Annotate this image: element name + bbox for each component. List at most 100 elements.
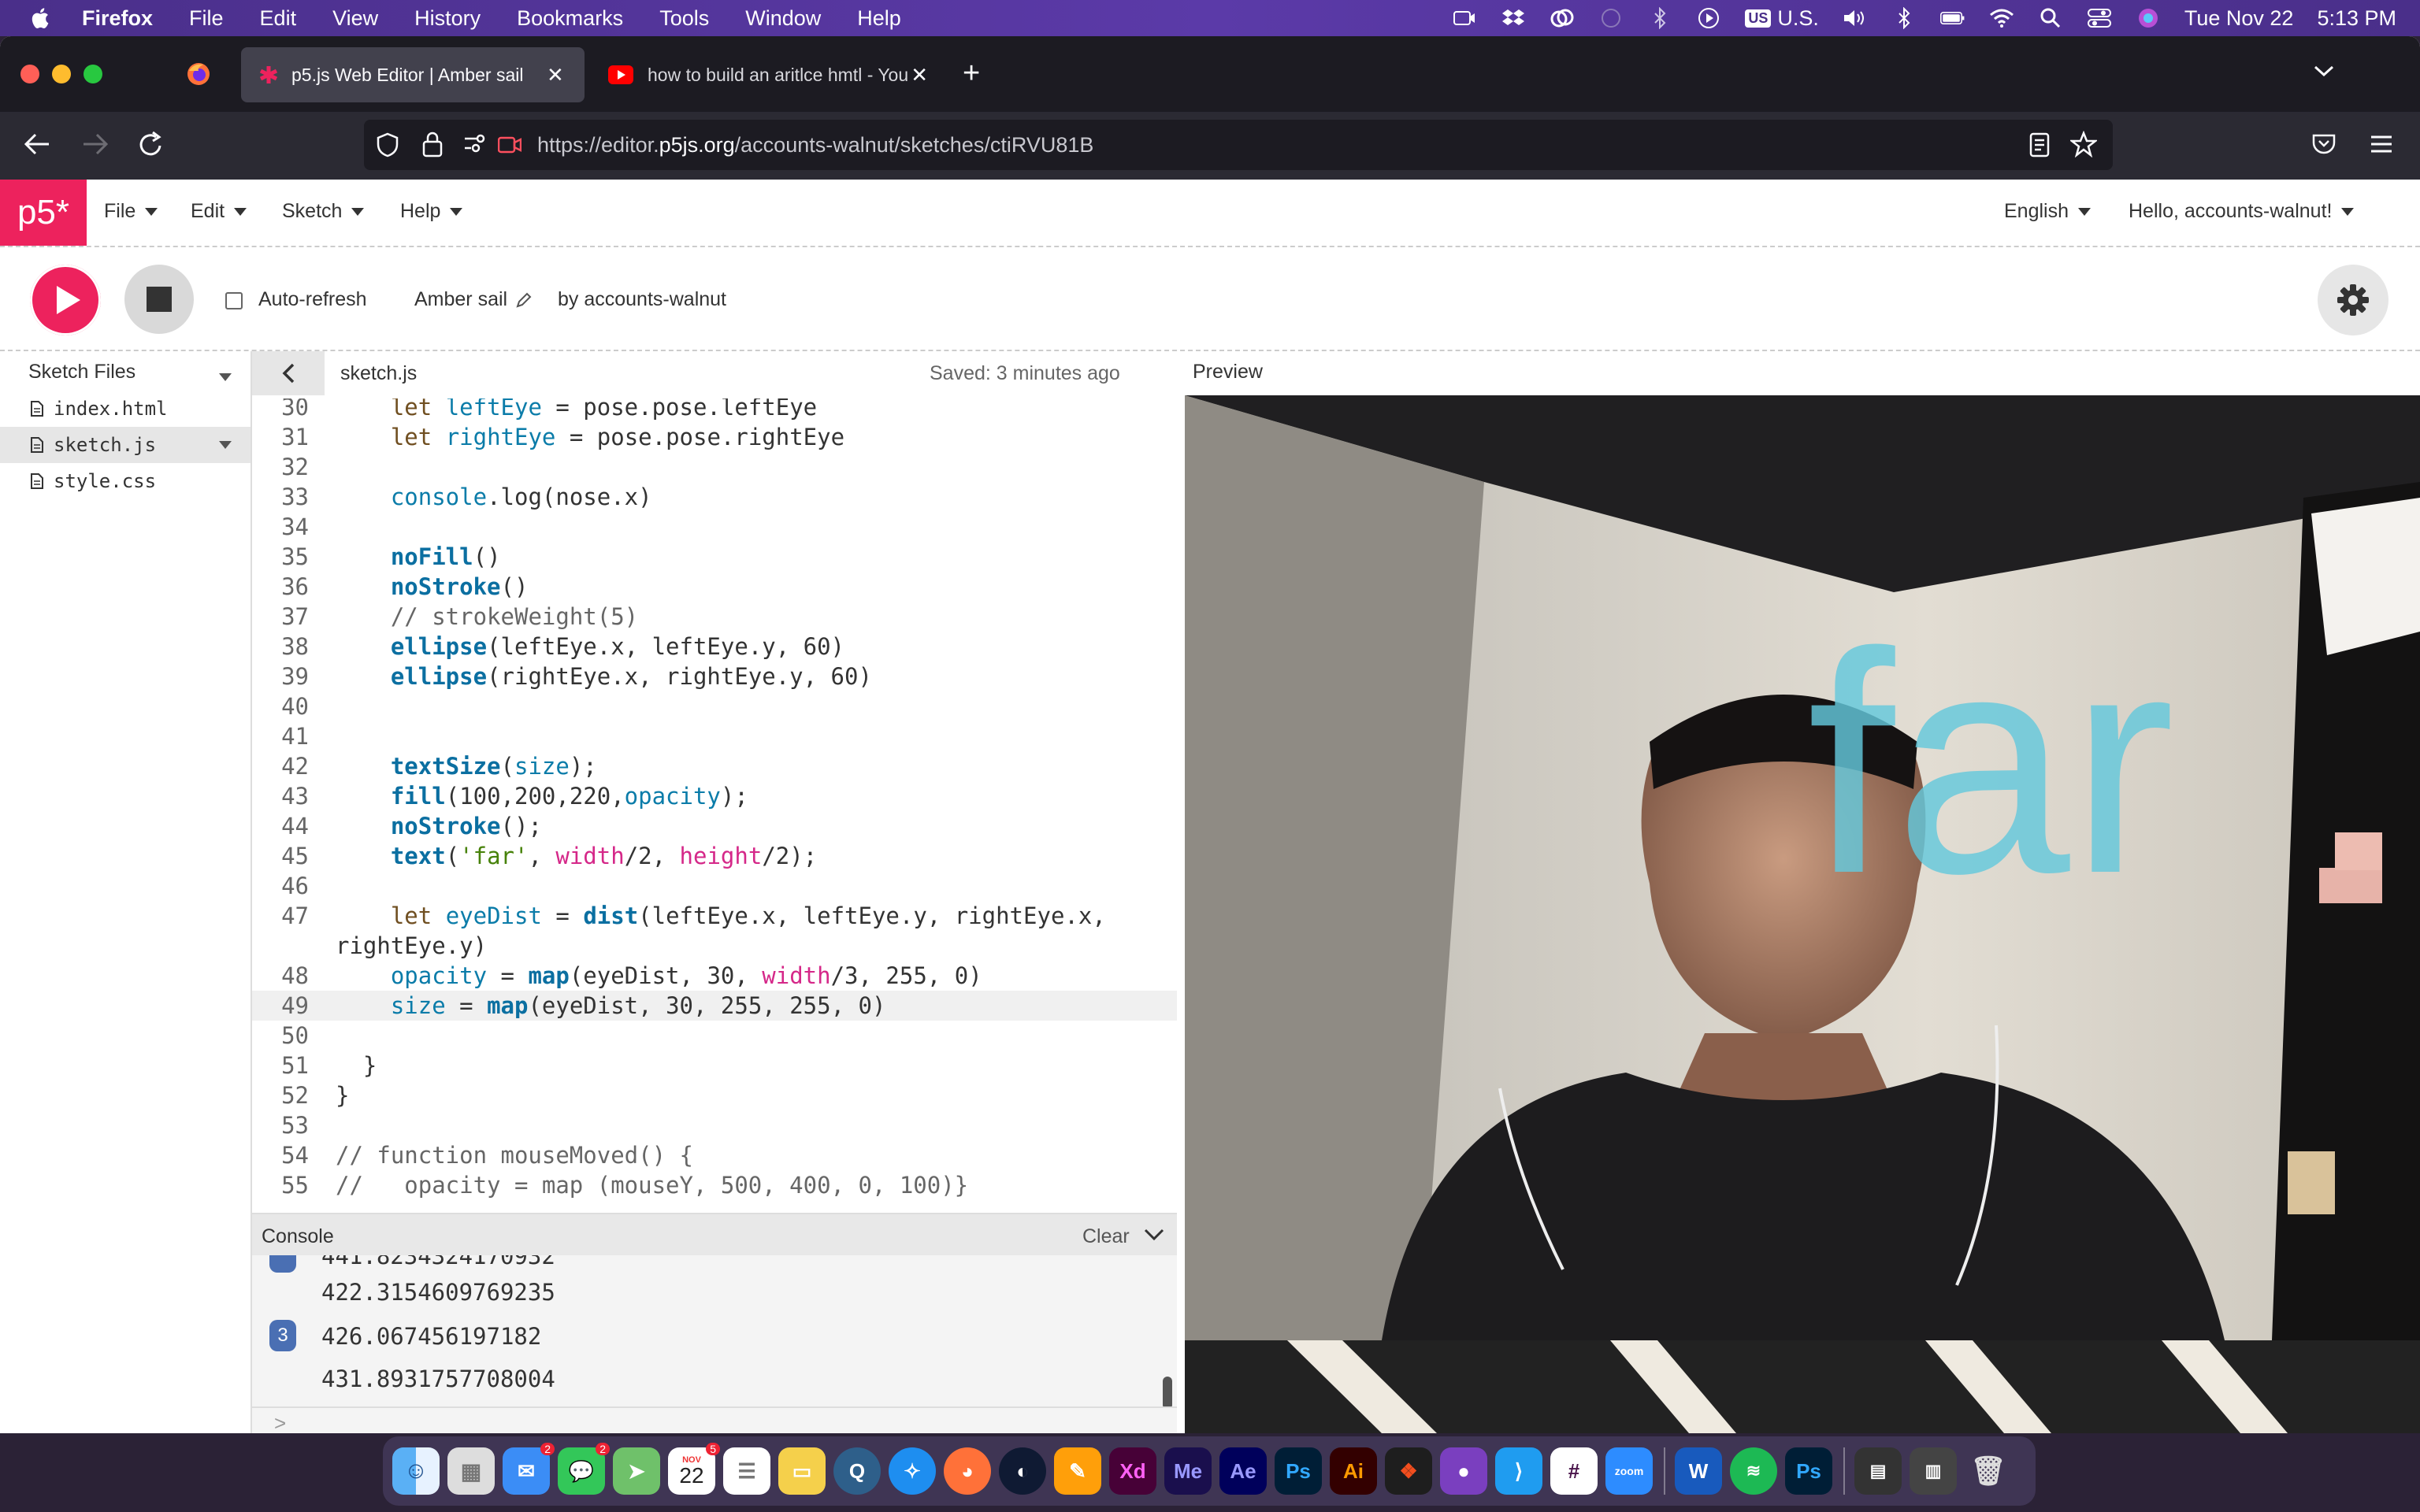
- user-menu[interactable]: Hello, accounts-walnut!: [2129, 200, 2355, 223]
- bookmark-star-icon[interactable]: [2070, 131, 2097, 158]
- p5-menu-file[interactable]: File: [104, 200, 158, 223]
- siri-icon[interactable]: [2136, 6, 2161, 31]
- permissions-icon[interactable]: [463, 134, 487, 154]
- dock-finder[interactable]: ☺: [392, 1447, 440, 1495]
- spotlight-search-icon[interactable]: [2038, 6, 2063, 31]
- file-sketch-js[interactable]: sketch.js: [0, 427, 251, 463]
- dock-safari[interactable]: ✧: [889, 1447, 936, 1495]
- play-circle-icon[interactable]: [1696, 6, 1721, 31]
- dock-illustrator[interactable]: Ai: [1330, 1447, 1377, 1495]
- zoom-window-button[interactable]: [84, 65, 102, 83]
- lock-icon[interactable]: [422, 131, 443, 158]
- dock-reminders[interactable]: ☰: [723, 1447, 770, 1495]
- console-clear-button[interactable]: Clear: [1082, 1225, 1130, 1248]
- p5-menu-sketch[interactable]: Sketch: [282, 200, 365, 223]
- menu-file[interactable]: File: [189, 6, 224, 31]
- menu-bookmarks[interactable]: Bookmarks: [517, 6, 623, 31]
- dropbox-icon[interactable]: [1501, 6, 1526, 31]
- forward-button[interactable]: [82, 132, 109, 160]
- dock-photoshop-2[interactable]: Ps: [1785, 1447, 1832, 1495]
- language-selector[interactable]: English: [2004, 200, 2091, 223]
- url-bar[interactable]: https://editor.p5js.org/accounts-walnut/…: [364, 120, 2113, 170]
- apple-logo-icon[interactable]: [28, 6, 50, 30]
- sketch-name[interactable]: Amber sail: [414, 288, 533, 311]
- console-input-row[interactable]: >: [252, 1406, 1177, 1433]
- dictation-icon[interactable]: [1598, 6, 1624, 31]
- close-window-button[interactable]: [20, 65, 39, 83]
- battery-icon[interactable]: [1939, 6, 1965, 31]
- dock-photoshop[interactable]: Ps: [1275, 1447, 1322, 1495]
- auto-refresh-checkbox[interactable]: [225, 292, 243, 309]
- back-button[interactable]: [24, 132, 50, 160]
- dock-github-desktop[interactable]: ●: [1440, 1447, 1487, 1495]
- dock-spotify[interactable]: ≋: [1730, 1447, 1777, 1495]
- wifi-icon[interactable]: [1989, 6, 2014, 31]
- shield-icon[interactable]: [377, 132, 399, 158]
- new-tab-button[interactable]: +: [963, 58, 980, 88]
- minimize-window-button[interactable]: [52, 65, 71, 83]
- dock-launchpad[interactable]: ▦: [447, 1447, 495, 1495]
- collapse-sidebar-button[interactable]: [252, 351, 325, 395]
- console-scrollbar[interactable]: [1163, 1377, 1172, 1410]
- dock-figma[interactable]: ❖: [1385, 1447, 1432, 1495]
- p5-menu-edit[interactable]: Edit: [191, 200, 247, 223]
- control-center-icon[interactable]: [2087, 6, 2112, 31]
- dock-messages[interactable]: 💬 2: [558, 1443, 610, 1495]
- close-tab-icon[interactable]: ✕: [547, 63, 564, 87]
- play-button[interactable]: [30, 265, 101, 335]
- dock-slack[interactable]: #: [1550, 1447, 1598, 1495]
- file-style-css[interactable]: style.css: [0, 463, 251, 499]
- dock-zoom[interactable]: zoom: [1605, 1447, 1653, 1495]
- bluetooth-icon[interactable]: [1891, 6, 1917, 31]
- dock-cinema4d[interactable]: ◐: [999, 1447, 1046, 1495]
- reader-view-icon[interactable]: [2029, 132, 2050, 158]
- menu-history[interactable]: History: [414, 6, 481, 31]
- stop-button[interactable]: [124, 265, 194, 334]
- dock-vscode[interactable]: ⟩: [1495, 1447, 1542, 1495]
- menu-window[interactable]: Window: [745, 6, 821, 31]
- menubar-date[interactable]: Tue Nov 22: [2184, 6, 2294, 31]
- menu-help[interactable]: Help: [857, 6, 901, 31]
- dock-trash[interactable]: 🗑: [1965, 1447, 2012, 1495]
- dock-downloads-stack[interactable]: ▤: [1854, 1447, 1902, 1495]
- file-index-html[interactable]: index.html: [0, 391, 251, 427]
- reload-button[interactable]: [139, 131, 164, 161]
- dock-quicktime[interactable]: Q: [833, 1447, 881, 1495]
- list-all-tabs-icon[interactable]: [2313, 63, 2335, 83]
- dock-pages[interactable]: ✎: [1054, 1447, 1101, 1495]
- dock-maps[interactable]: ➤: [613, 1447, 660, 1495]
- firefox-view-icon[interactable]: [186, 61, 211, 87]
- tab-youtube[interactable]: how to build an aritlce hmtl - You ✕: [597, 47, 928, 102]
- dock-mail[interactable]: ✉ 2: [503, 1443, 555, 1495]
- pocket-icon[interactable]: [2311, 132, 2336, 160]
- input-source[interactable]: US U.S.: [1745, 6, 1819, 31]
- dock-word[interactable]: W: [1675, 1447, 1722, 1495]
- menu-firefox[interactable]: Firefox: [82, 6, 153, 31]
- settings-button[interactable]: [2318, 265, 2388, 335]
- file-options-icon[interactable]: [219, 441, 232, 449]
- dock-firefox[interactable]: ◕: [944, 1447, 991, 1495]
- close-tab-icon[interactable]: ✕: [911, 63, 928, 87]
- dock-screenshots-stack[interactable]: ▥: [1910, 1447, 1957, 1495]
- menu-edit[interactable]: Edit: [260, 6, 297, 31]
- screen-record-icon[interactable]: [1452, 6, 1477, 31]
- sidebar-options-icon[interactable]: [219, 370, 232, 384]
- sketch-author[interactable]: by accounts-walnut: [558, 288, 726, 311]
- p5-logo[interactable]: p5*: [0, 180, 87, 246]
- hamburger-menu-icon[interactable]: [2370, 134, 2393, 158]
- menu-tools[interactable]: Tools: [659, 6, 709, 31]
- webcam-canvas[interactable]: far: [1185, 395, 2420, 1340]
- p5-menu-help[interactable]: Help: [400, 200, 463, 223]
- creative-cloud-icon[interactable]: [1550, 6, 1575, 31]
- dock-media-encoder[interactable]: Me: [1164, 1447, 1212, 1495]
- chevron-down-icon[interactable]: [1144, 1227, 1164, 1243]
- dock-after-effects[interactable]: Ae: [1219, 1447, 1267, 1495]
- url-text[interactable]: https://editor.p5js.org/accounts-walnut/…: [537, 133, 1093, 158]
- camera-sharing-icon[interactable]: [498, 135, 521, 154]
- dock-notes[interactable]: ▭: [778, 1447, 826, 1495]
- menubar-time[interactable]: 5:13 PM: [2317, 6, 2396, 31]
- tab-p5-editor[interactable]: p5.js Web Editor | Amber sail ✕: [241, 47, 585, 102]
- bluetooth-status-icon[interactable]: [1647, 6, 1672, 31]
- volume-icon[interactable]: [1843, 6, 1868, 31]
- dock-calendar[interactable]: NOV 22 5: [668, 1443, 720, 1495]
